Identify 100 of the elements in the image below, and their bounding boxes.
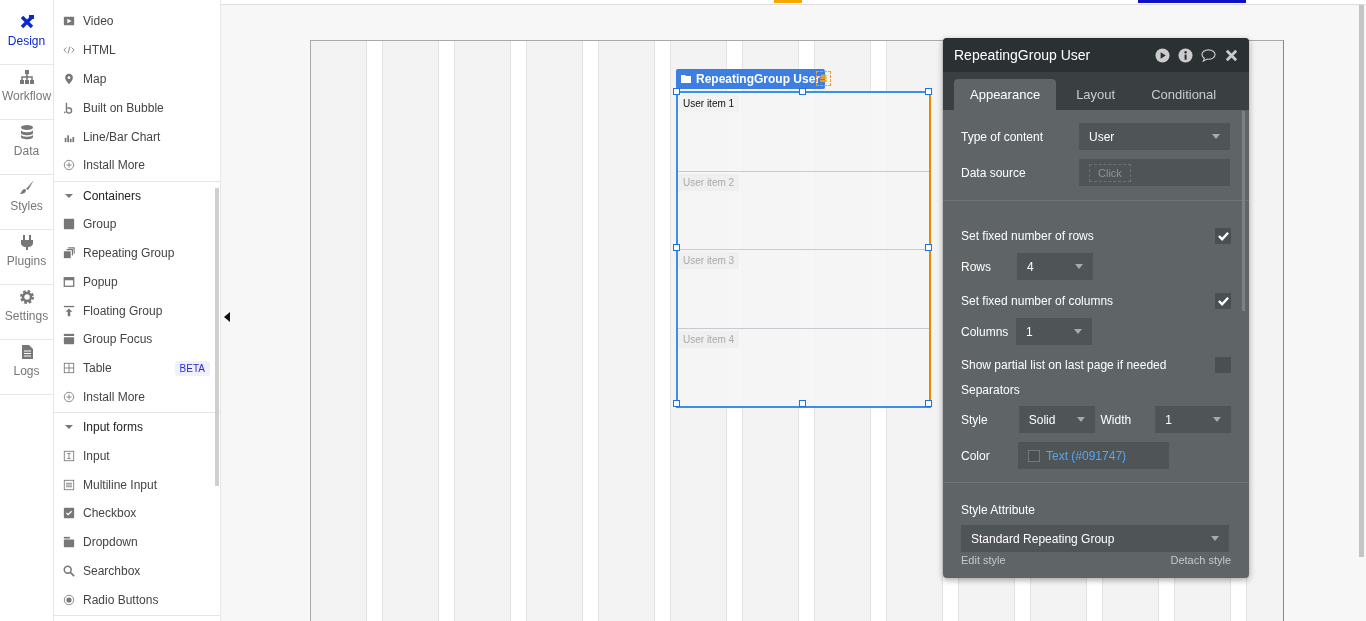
field-label: Set fixed number of rows xyxy=(961,229,1094,243)
nav-tab[interactable]: Logs xyxy=(0,340,53,395)
rows-dropdown[interactable]: 4 xyxy=(1017,253,1093,280)
checkbox[interactable] xyxy=(1215,228,1231,244)
field-label: Style xyxy=(961,412,989,427)
input-icon xyxy=(63,449,75,462)
resize-handle[interactable] xyxy=(925,400,932,407)
resize-handle[interactable] xyxy=(799,88,806,95)
palette-item[interactable]: Input xyxy=(83,448,110,463)
info-icon[interactable] xyxy=(1178,47,1193,63)
palette-item[interactable]: Line/Bar Chart xyxy=(83,129,161,144)
palette-item[interactable]: Searchbox xyxy=(83,563,141,578)
bubble-icon xyxy=(63,101,75,114)
resize-handle[interactable] xyxy=(673,400,680,407)
palette-item[interactable]: HTML xyxy=(83,43,116,58)
nav-tab[interactable]: Settings xyxy=(0,285,53,340)
caret-icon xyxy=(1075,264,1083,269)
scrollbar[interactable] xyxy=(1359,5,1364,557)
palette-item[interactable]: Video xyxy=(83,14,114,29)
field-label: Style Attribute xyxy=(961,503,1036,517)
data-icon xyxy=(18,124,35,140)
field-label: Color xyxy=(961,448,991,463)
edit-style-link[interactable]: Edit style xyxy=(961,554,1006,566)
field-label: Data source xyxy=(961,165,1027,180)
cell-text: User item 2 xyxy=(678,173,740,191)
resize-handle[interactable] xyxy=(925,88,932,95)
panel-tab[interactable]: Conditional xyxy=(1135,79,1233,110)
field-label: Show partial list on last page if needed xyxy=(961,358,1167,372)
beta-badge: BETA xyxy=(174,360,210,376)
nav-tab[interactable]: Data xyxy=(0,120,53,175)
dropdown-icon xyxy=(63,536,75,549)
square-icon xyxy=(63,218,75,231)
caret-icon xyxy=(1211,536,1219,541)
palette-item[interactable]: Dropdown xyxy=(83,535,138,550)
width-dropdown[interactable]: 1 xyxy=(1155,406,1231,433)
design-icon xyxy=(18,14,35,30)
check-icon xyxy=(1217,296,1229,306)
section-title: Containers xyxy=(83,188,142,203)
repeating-group[interactable]: User item 1 User item 2 User item 3 User item 4 xyxy=(676,91,931,408)
nav-tab[interactable]: Styles xyxy=(0,175,53,230)
ruler-marker xyxy=(774,0,802,3)
section-title: Separators xyxy=(961,383,1020,397)
cell-text: User item 3 xyxy=(678,252,740,269)
resize-handle[interactable] xyxy=(673,88,680,95)
search-icon xyxy=(63,564,75,577)
style-attribute-dropdown[interactable]: Standard Repeating Group xyxy=(961,525,1229,552)
popup-icon xyxy=(63,275,75,288)
panel-title: RepeatingGroup User xyxy=(954,47,1092,63)
lines-icon xyxy=(63,478,75,491)
pin-icon xyxy=(63,73,75,85)
comment-icon[interactable] xyxy=(1201,47,1216,63)
play-icon[interactable] xyxy=(1155,47,1170,63)
palette-item[interactable]: Repeating Group xyxy=(83,245,175,260)
palette-item[interactable]: Floating Group xyxy=(83,303,163,318)
field-label: Width xyxy=(1100,412,1133,427)
palette-item[interactable]: Install More xyxy=(83,389,146,404)
palette-item[interactable]: Checkbox xyxy=(83,506,137,521)
resize-handle[interactable] xyxy=(673,244,680,251)
palette-item[interactable]: Install More xyxy=(83,158,146,173)
close-icon[interactable] xyxy=(1224,47,1239,63)
field-label: Rows xyxy=(961,259,992,274)
collapse-arrow-icon[interactable] xyxy=(224,312,230,322)
columns-dropdown[interactable]: 1 xyxy=(1016,318,1092,345)
content-type-dropdown[interactable]: User xyxy=(1079,123,1230,150)
panel-tab[interactable]: Appearance xyxy=(954,79,1057,110)
palette-item[interactable]: Radio Buttons xyxy=(83,592,159,607)
video-icon xyxy=(63,15,75,28)
panel-tab[interactable]: Layout xyxy=(1060,79,1132,110)
radio-icon xyxy=(63,593,75,606)
cell-text: User item 4 xyxy=(678,330,740,348)
palette-item[interactable]: Popup xyxy=(83,274,118,289)
palette-item[interactable]: Table xyxy=(83,361,112,376)
settings-icon xyxy=(18,289,35,305)
caret-icon xyxy=(1076,417,1085,422)
field-label: Set fixed number of columns xyxy=(961,294,1114,308)
caret-icon xyxy=(1212,134,1220,139)
checkbox[interactable] xyxy=(1215,293,1231,309)
caret-icon xyxy=(1074,329,1082,334)
check-icon xyxy=(63,507,75,520)
nav-tab[interactable]: Plugins xyxy=(0,230,53,285)
plugins-icon xyxy=(18,234,35,250)
detach-style-link[interactable]: Detach style xyxy=(1170,554,1231,566)
palette-item[interactable]: Map xyxy=(83,72,107,86)
plus-icon xyxy=(63,159,75,172)
resize-handle[interactable] xyxy=(925,244,932,251)
workflow-icon xyxy=(18,69,35,85)
nav-tab[interactable]: Workflow xyxy=(0,65,53,120)
code-icon xyxy=(63,44,75,57)
folder-icon xyxy=(681,74,692,84)
palette-item[interactable]: Group xyxy=(83,217,117,232)
nav-tab[interactable]: Design xyxy=(0,10,53,65)
palette-item[interactable]: Multiline Input xyxy=(83,477,158,492)
field-label: Type of content xyxy=(961,129,1045,144)
style-dropdown[interactable]: Solid xyxy=(1018,406,1095,433)
check-icon xyxy=(1217,231,1229,241)
palette-item[interactable]: Built on Bubble xyxy=(83,100,164,115)
resize-handle[interactable] xyxy=(799,400,806,407)
plus-icon xyxy=(63,390,75,403)
grid-icon xyxy=(63,362,75,375)
palette-item[interactable]: Group Focus xyxy=(83,332,153,347)
